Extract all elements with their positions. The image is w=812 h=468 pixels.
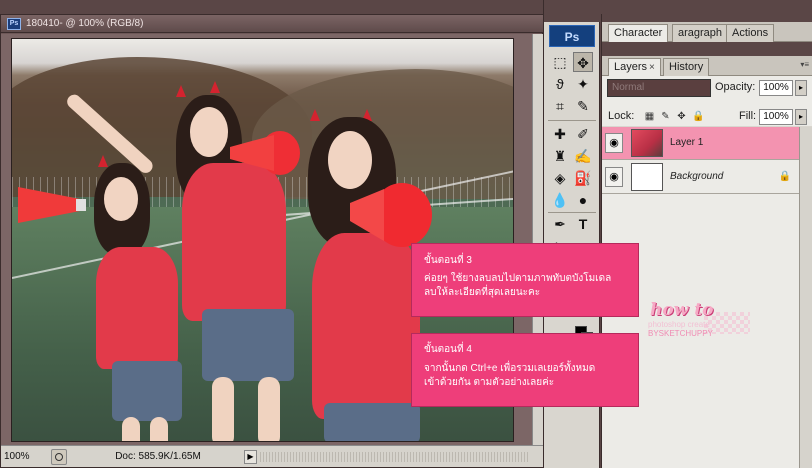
megaphone	[350, 183, 432, 247]
layers-panel-tabbar: Layers × History ▾≡	[602, 56, 812, 76]
ps-logo: Ps	[549, 25, 595, 47]
opacity-label: Opacity:	[715, 81, 756, 93]
devil-horn	[210, 81, 220, 93]
watermark-title: how to	[650, 300, 714, 320]
tab-layers-label: Layers	[614, 61, 648, 73]
devil-horn	[176, 85, 186, 97]
annotation-heading: ขั้นตอนที่ 3	[424, 255, 472, 266]
layer-name: Layer 1	[670, 137, 704, 148]
layer-thumbnail	[631, 129, 663, 157]
lasso-icon[interactable]: ϑ	[550, 74, 570, 94]
eyedropper-icon[interactable]: ✎	[573, 96, 593, 116]
leg	[212, 377, 234, 441]
status-menu-arrow-icon[interactable]: ▶	[244, 450, 257, 464]
clone-stamp-icon[interactable]: ♜	[550, 146, 570, 166]
blur-icon[interactable]: 💧	[550, 190, 570, 210]
panel-dock-grip[interactable]	[602, 14, 812, 22]
tool-divider	[548, 120, 596, 121]
lock-icon: 🔒	[778, 171, 791, 182]
megaphone	[18, 187, 86, 223]
tool-divider	[548, 212, 596, 213]
tools-panel-grip[interactable]	[544, 0, 600, 22]
crop-icon[interactable]: ⌗	[550, 96, 570, 116]
magic-wand-icon[interactable]: ✦	[573, 74, 593, 94]
dodge-icon[interactable]: ●	[573, 190, 593, 210]
leg	[258, 377, 280, 441]
watermark-logo: how to photoshop create BYSKETCHUPPY	[634, 300, 752, 348]
panel-menu-icon[interactable]: ▾≡	[800, 60, 809, 69]
lock-image-pixels-icon[interactable]: ✎	[660, 111, 671, 122]
opacity-field[interactable]: 100%	[759, 80, 793, 96]
annotation-line: เข้าด้วยกัน ตามตัวอย่างเลยค่ะ	[424, 377, 555, 388]
panel-divider	[602, 42, 812, 56]
tab-actions[interactable]: Actions	[726, 24, 775, 42]
layer-thumbnail	[631, 163, 663, 191]
devil-horn	[310, 109, 320, 121]
eye-icon[interactable]: ◉	[605, 133, 623, 153]
opacity-slider-arrow-icon[interactable]: ▸	[795, 80, 807, 96]
blend-mode-select[interactable]: Normal	[607, 79, 711, 97]
face	[104, 177, 138, 221]
rectangular-marquee-icon[interactable]: ⬚	[550, 52, 570, 72]
document-horizontal-scrollbar[interactable]	[260, 452, 530, 462]
status-info-button[interactable]	[51, 449, 67, 465]
fill-slider-arrow-icon[interactable]: ▸	[795, 109, 807, 125]
red-shirt	[312, 233, 420, 419]
close-icon[interactable]: ×	[649, 62, 655, 73]
lock-all-icon[interactable]: 🔒	[692, 111, 704, 122]
paint-bucket-icon[interactable]: ⛽	[573, 168, 593, 188]
tab-layers[interactable]: Layers ×	[608, 58, 661, 76]
tab-history[interactable]: History	[663, 58, 710, 76]
eye-icon[interactable]: ◉	[605, 167, 623, 187]
layer-name: Background	[670, 171, 724, 182]
annotation-line: ค่อยๆ ใช้ยางลบลบไปตามภาพทับตบังโมเดล	[424, 273, 612, 284]
denim-shorts	[324, 403, 420, 441]
eraser-icon[interactable]: ◈	[550, 168, 570, 188]
document-title-bar[interactable]: Ps 180410- @ 100% (RGB/8)	[1, 15, 544, 33]
megaphone	[230, 131, 300, 175]
healing-brush-icon[interactable]: ✚	[550, 124, 570, 144]
fill-field[interactable]: 100%	[759, 109, 793, 125]
denim-shorts	[202, 309, 294, 381]
layer-row-layer-1[interactable]: ◉ Layer 1	[602, 127, 799, 160]
watermark-subtitle: photoshop create	[648, 320, 710, 329]
document-status-bar: 100% Doc: 585.9K/1.65M ▶	[1, 445, 544, 467]
pen-icon[interactable]: ✒	[550, 214, 570, 234]
tab-paragraph[interactable]: aragraph	[672, 24, 729, 42]
move-icon[interactable]: ✥	[573, 52, 593, 72]
tab-character[interactable]: Character	[608, 24, 669, 42]
annotation-step-4: ขั้นตอนที่ 4 จากนั้นกด Ctrl+e เพื่อรวมเล…	[411, 333, 639, 407]
photoshop-app: Ps 180410- @ 100% (RGB/8) 100% Doc: 585.…	[0, 0, 812, 468]
annotation-step-3: ขั้นตอนที่ 3 ค่อยๆ ใช้ยางลบลบไปตามภาพทับ…	[411, 243, 639, 317]
lock-label: Lock:	[608, 110, 635, 122]
leg	[122, 417, 140, 441]
annotation-line: ลบให้ละเอียดที่สุดเลยนะคะ	[424, 287, 541, 298]
history-brush-icon[interactable]: ✍	[573, 146, 593, 166]
layers-controls: Normal Opacity: 100% ▸ Lock: ▦ ✎ ✥ 🔒 Fil…	[602, 76, 812, 126]
layers-scrollbar[interactable]	[799, 127, 812, 468]
clock-icon	[55, 453, 63, 461]
annotation-line: จากนั้นกด Ctrl+e เพื่อรวมเลเยอร์ทั้งหมด	[424, 363, 596, 374]
ps-document-icon: Ps	[7, 18, 21, 30]
lock-transparent-pixels-icon[interactable]: ▦	[644, 111, 655, 122]
zoom-level-field[interactable]: 100%	[4, 450, 48, 464]
document-size-readout: Doc: 585.9K/1.65M	[115, 451, 201, 462]
red-shirt	[182, 163, 286, 321]
lock-position-icon[interactable]: ✥	[676, 111, 687, 122]
devil-horn	[98, 155, 108, 167]
brush-icon[interactable]: ✐	[573, 124, 593, 144]
watermark-credit: BYSKETCHUPPY	[648, 329, 713, 338]
character-panel-tabbar: Character aragraph Actions	[602, 22, 812, 42]
fill-label: Fill:	[739, 110, 757, 122]
annotation-heading: ขั้นตอนที่ 4	[424, 344, 472, 355]
layer-row-background[interactable]: ◉ Background 🔒	[602, 161, 799, 194]
document-title: 180410- @ 100% (RGB/8)	[26, 18, 144, 29]
type-icon[interactable]: T	[573, 214, 593, 234]
